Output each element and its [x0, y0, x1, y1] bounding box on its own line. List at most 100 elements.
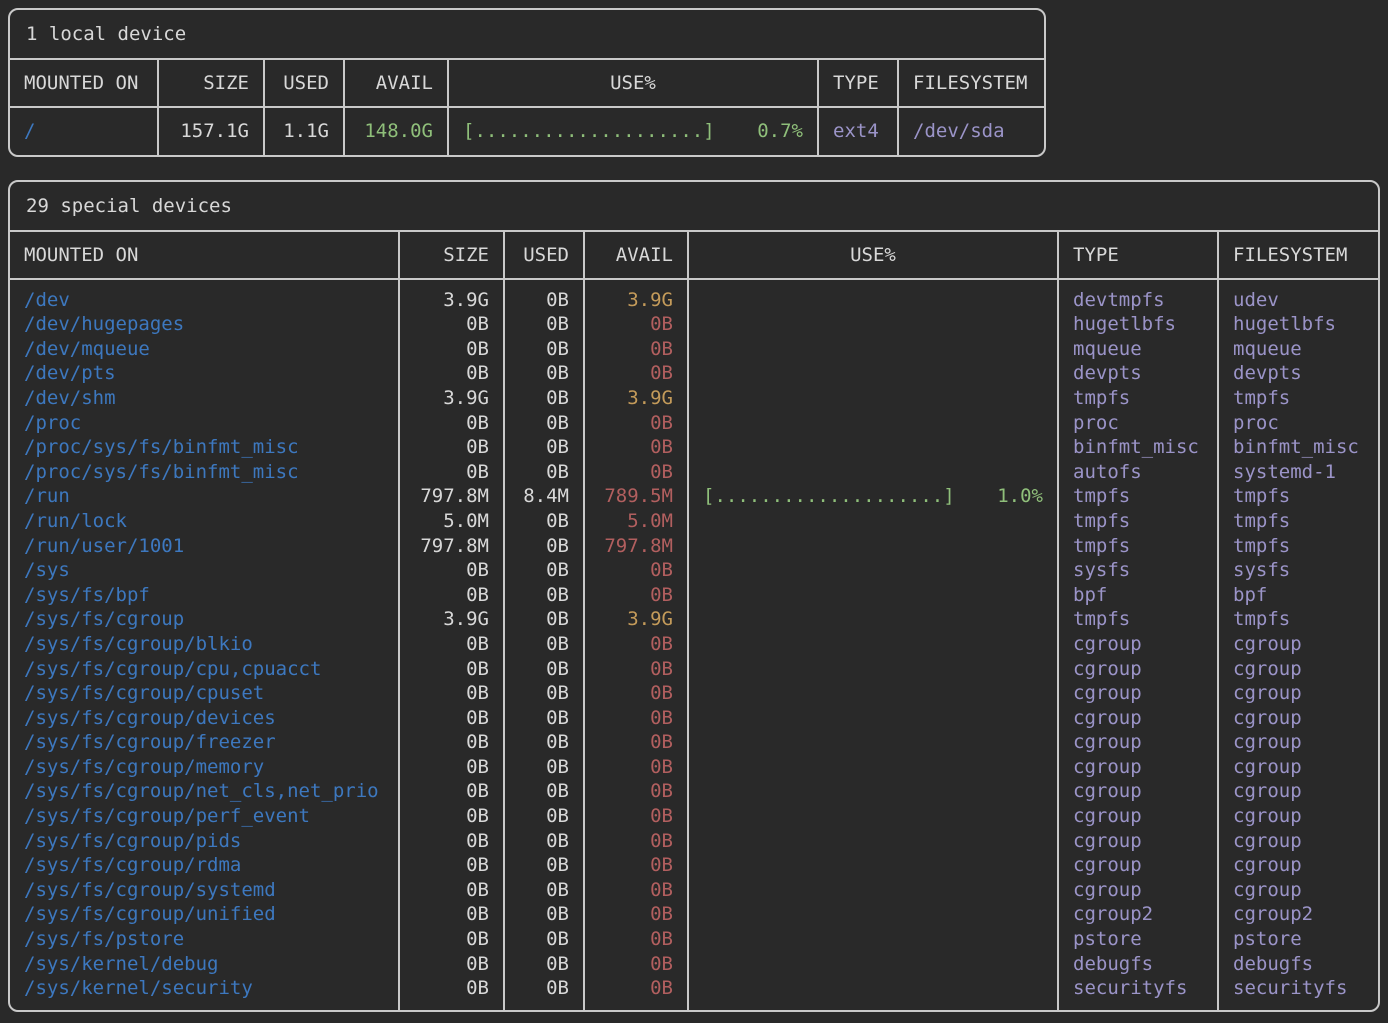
size-cell: 3.9G: [398, 386, 503, 411]
use-percent-cell: [687, 878, 1057, 903]
used-cell: 0B: [503, 878, 583, 903]
mount-point-cell: /sys/fs/cgroup/devices: [10, 706, 398, 731]
filesystem-cell: cgroup: [1217, 755, 1378, 780]
type-cell: tmpfs: [1057, 509, 1217, 534]
use-percent-cell: [687, 534, 1057, 559]
mount-point-cell: /sys/fs/bpf: [10, 583, 398, 608]
size-cell: 797.8M: [398, 534, 503, 559]
used-cell: 0B: [503, 460, 583, 485]
size-cell: 0B: [398, 779, 503, 804]
filesystem-cell: tmpfs: [1217, 509, 1378, 534]
mount-point-cell: /sys/kernel/debug: [10, 952, 398, 977]
avail-cell: 148.0G: [343, 108, 447, 155]
filesystem-cell: cgroup: [1217, 853, 1378, 878]
table-title-text: 29 special devices: [26, 195, 232, 217]
avail-cell: 0B: [583, 779, 687, 804]
use-percent-cell: [687, 411, 1057, 436]
use-percent-cell: [687, 361, 1057, 386]
used-cell: 0B: [503, 312, 583, 337]
table-row: /sys/fs/bpf0B0B0Bbpfbpf: [10, 583, 1378, 608]
type-cell: cgroup: [1057, 706, 1217, 731]
used-cell: 8.4M: [503, 484, 583, 509]
size-cell: 3.9G: [398, 280, 503, 313]
special-table-title: 29 special devices: [10, 182, 1378, 232]
filesystem-cell: pstore: [1217, 927, 1378, 952]
filesystem-cell: tmpfs: [1217, 484, 1378, 509]
table-row: /sys/fs/cgroup/perf_event0B0B0Bcgroupcgr…: [10, 804, 1378, 829]
table-row: /sys/kernel/security0B0B0Bsecurityfssecu…: [10, 976, 1378, 1010]
size-cell: 0B: [398, 411, 503, 436]
avail-cell: 0B: [583, 632, 687, 657]
avail-cell: 0B: [583, 730, 687, 755]
local-table-body: /157.1G1.1G148.0G[....................]0…: [10, 108, 1044, 155]
mount-point-cell: /dev/pts: [10, 361, 398, 386]
avail-cell: 0B: [583, 853, 687, 878]
type-cell: cgroup: [1057, 681, 1217, 706]
size-cell: 0B: [398, 312, 503, 337]
column-header-mounted-on: MOUNTED ON: [10, 60, 157, 106]
filesystem-cell: hugetlbfs: [1217, 312, 1378, 337]
avail-cell: 0B: [583, 337, 687, 362]
size-cell: 0B: [398, 337, 503, 362]
use-percent-cell: [687, 460, 1057, 485]
used-cell: 0B: [503, 681, 583, 706]
column-header-avail: AVAIL: [583, 232, 687, 278]
table-row: /sys/fs/cgroup/cpu,cpuacct0B0B0Bcgroupcg…: [10, 657, 1378, 682]
mount-point-cell: /sys/fs/cgroup: [10, 607, 398, 632]
filesystem-cell: devpts: [1217, 361, 1378, 386]
used-cell: 0B: [503, 976, 583, 1010]
used-cell: 0B: [503, 657, 583, 682]
table-row: /sys/kernel/debug0B0B0Bdebugfsdebugfs: [10, 952, 1378, 977]
mount-point-cell: /dev: [10, 280, 398, 313]
local-table-header: MOUNTED ONSIZEUSEDAVAILUSE%TYPEFILESYSTE…: [10, 60, 1044, 108]
table-row: /sys/fs/cgroup/rdma0B0B0Bcgroupcgroup: [10, 853, 1378, 878]
filesystem-cell: cgroup: [1217, 829, 1378, 854]
mount-point-cell: /sys/kernel/security: [10, 976, 398, 1010]
type-cell: cgroup: [1057, 755, 1217, 780]
use-percent-cell: [687, 509, 1057, 534]
filesystem-cell: cgroup: [1217, 730, 1378, 755]
column-header-type: TYPE: [1057, 232, 1217, 278]
mount-point-cell: /sys/fs/cgroup/pids: [10, 829, 398, 854]
filesystem-cell: debugfs: [1217, 952, 1378, 977]
size-cell: 0B: [398, 878, 503, 903]
use-percent-cell: [687, 706, 1057, 731]
filesystem-cell: tmpfs: [1217, 534, 1378, 559]
type-cell: cgroup: [1057, 657, 1217, 682]
mount-point-cell: /sys/fs/cgroup/systemd: [10, 878, 398, 903]
type-cell: binfmt_misc: [1057, 435, 1217, 460]
use-percent-cell: [687, 976, 1057, 1010]
special-table-body: /dev3.9G0B3.9Gdevtmpfsudev/dev/hugepages…: [10, 280, 1378, 1010]
table-row: /dev/pts0B0B0Bdevptsdevpts: [10, 361, 1378, 386]
type-cell: devpts: [1057, 361, 1217, 386]
table-row: /run797.8M8.4M789.5M[...................…: [10, 484, 1378, 509]
column-header-use-: USE%: [447, 60, 817, 106]
type-cell: cgroup: [1057, 804, 1217, 829]
type-cell: securityfs: [1057, 976, 1217, 1010]
table-row: /run/lock5.0M0B5.0Mtmpfstmpfs: [10, 509, 1378, 534]
table-row: /dev/hugepages0B0B0Bhugetlbfshugetlbfs: [10, 312, 1378, 337]
table-row: /sys/fs/cgroup/memory0B0B0Bcgroupcgroup: [10, 755, 1378, 780]
type-cell: tmpfs: [1057, 386, 1217, 411]
size-cell: 0B: [398, 558, 503, 583]
table-row: /sys/fs/cgroup/devices0B0B0Bcgroupcgroup: [10, 706, 1378, 731]
mount-point-cell: /proc/sys/fs/binfmt_misc: [10, 435, 398, 460]
type-cell: cgroup: [1057, 632, 1217, 657]
filesystem-cell: cgroup: [1217, 804, 1378, 829]
filesystem-cell: tmpfs: [1217, 607, 1378, 632]
mount-point-cell: /sys/fs/cgroup/freezer: [10, 730, 398, 755]
avail-cell: 3.9G: [583, 280, 687, 313]
size-cell: 0B: [398, 657, 503, 682]
size-cell: 0B: [398, 706, 503, 731]
size-cell: 0B: [398, 927, 503, 952]
table-row: /sys/fs/pstore0B0B0Bpstorepstore: [10, 927, 1378, 952]
used-cell: 0B: [503, 280, 583, 313]
mount-point-cell: /run/user/1001: [10, 534, 398, 559]
avail-cell: 0B: [583, 312, 687, 337]
size-cell: 5.0M: [398, 509, 503, 534]
mount-point-cell: /dev/hugepages: [10, 312, 398, 337]
mount-point-cell: /sys/fs/cgroup/unified: [10, 902, 398, 927]
avail-cell: 0B: [583, 558, 687, 583]
used-cell: 0B: [503, 927, 583, 952]
type-cell: debugfs: [1057, 952, 1217, 977]
